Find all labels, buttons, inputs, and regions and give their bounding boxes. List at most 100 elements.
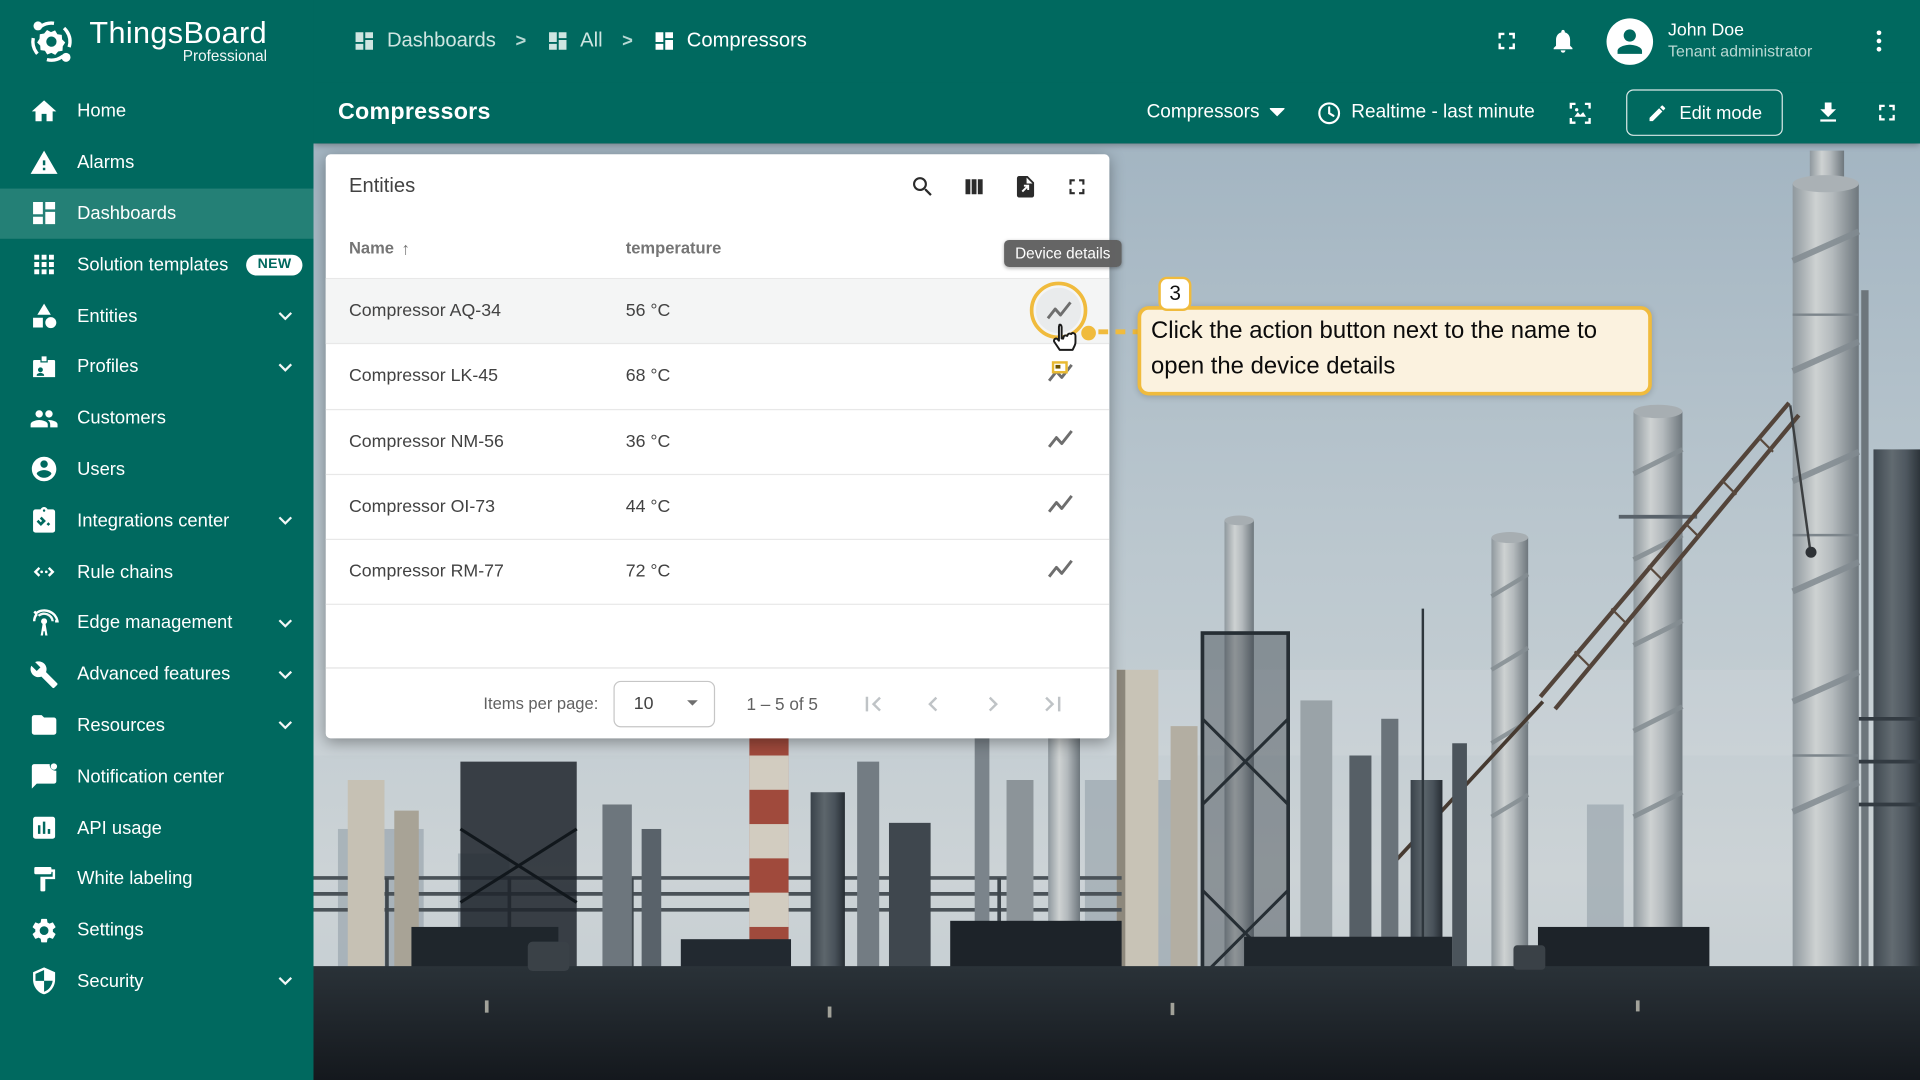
sort-asc-icon: ↑ bbox=[401, 238, 410, 258]
sidebar-item-label: Dashboards bbox=[77, 203, 176, 224]
entity-temperature-cell: 56 °C bbox=[626, 301, 944, 321]
device-details-action-button[interactable] bbox=[1036, 548, 1085, 597]
columns-icon[interactable] bbox=[959, 171, 988, 200]
sidebar-item-alarms[interactable]: Alarms bbox=[0, 137, 313, 188]
device-details-tooltip: Device details bbox=[1004, 240, 1121, 267]
sidebar-item-users[interactable]: Users bbox=[0, 444, 313, 495]
sidebar-item-white-labeling[interactable]: White labeling bbox=[0, 853, 313, 904]
dashboard-image-icon[interactable] bbox=[1567, 99, 1595, 127]
sidebar-item-label: Solution templates bbox=[77, 254, 228, 275]
entity-temperature-cell: 72 °C bbox=[626, 562, 944, 582]
dashboard-tile-icon bbox=[353, 29, 376, 52]
alarms-icon bbox=[29, 148, 58, 177]
sidebar-item-label: Home bbox=[77, 101, 126, 122]
entity-name-cell: Compressor LK-45 bbox=[349, 367, 626, 387]
timeseries-chart-icon bbox=[1044, 489, 1076, 526]
entity-temperature-cell: 44 °C bbox=[626, 497, 944, 517]
widget-fullscreen-icon[interactable] bbox=[1062, 171, 1091, 200]
hand-cursor-icon bbox=[1047, 322, 1081, 364]
table-row[interactable]: Compressor LK-4568 °C bbox=[326, 344, 1110, 409]
sidebar-item-solution-templates[interactable]: Solution templates NEW bbox=[0, 239, 313, 290]
new-badge: NEW bbox=[247, 254, 303, 275]
sidebar-item-entities[interactable]: Entities bbox=[0, 290, 313, 341]
breadcrumb-compressors[interactable]: Compressors bbox=[652, 29, 806, 52]
dashboard-state-select[interactable]: Compressors bbox=[1147, 102, 1284, 124]
edge-icon bbox=[29, 608, 58, 637]
next-page-button[interactable] bbox=[977, 688, 1009, 720]
user-avatar[interactable] bbox=[1607, 18, 1654, 65]
sidebar-item-resources[interactable]: Resources bbox=[0, 700, 313, 751]
sidebar-item-advanced-features[interactable]: Advanced features bbox=[0, 649, 313, 700]
sidebar-item-label: Settings bbox=[77, 920, 143, 941]
dashboard-tile-icon bbox=[546, 29, 569, 52]
sidebar: ThingsBoard Professional Home Alarms Dashb… bbox=[0, 0, 313, 1080]
sidebar-item-notification-center[interactable]: Notification center bbox=[0, 751, 313, 802]
table-row[interactable]: Compressor RM-7772 °C bbox=[326, 540, 1110, 605]
sidebar-item-label: Rule chains bbox=[77, 562, 173, 583]
device-details-action-button[interactable] bbox=[1036, 417, 1085, 466]
dashboard-tile-icon bbox=[652, 29, 675, 52]
timeseries-chart-icon bbox=[1044, 423, 1076, 460]
sidebar-item-edge-management[interactable]: Edge management bbox=[0, 598, 313, 649]
download-icon[interactable] bbox=[1815, 99, 1842, 126]
sidebar-item-label: API usage bbox=[77, 817, 162, 838]
notification-icon bbox=[29, 762, 58, 791]
edit-mode-button[interactable]: Edit mode bbox=[1627, 89, 1783, 136]
dashboards-icon bbox=[29, 199, 58, 228]
topbar-actions: John Doe Tenant administrator bbox=[1482, 17, 1903, 66]
advanced-features-icon bbox=[29, 660, 58, 689]
sidebar-item-settings[interactable]: Settings bbox=[0, 905, 313, 956]
home-icon bbox=[29, 97, 58, 126]
user-name: John Doe bbox=[1668, 20, 1812, 42]
sidebar-item-dashboards[interactable]: Dashboards bbox=[0, 188, 313, 239]
sidebar-item-label: Edge management bbox=[77, 613, 232, 634]
breadcrumb-dashboards[interactable]: Dashboards bbox=[353, 29, 496, 52]
entity-name-cell: Compressor OI-73 bbox=[349, 497, 626, 517]
sidebar-item-label: Customers bbox=[77, 408, 166, 429]
column-header-name[interactable]: Name ↑ bbox=[349, 238, 626, 258]
toolbar-fullscreen-icon[interactable] bbox=[1873, 99, 1900, 126]
sidebar-item-api-usage[interactable]: API usage bbox=[0, 802, 313, 853]
breadcrumb-all[interactable]: All bbox=[546, 29, 603, 52]
api-usage-icon bbox=[29, 813, 58, 842]
thingsboard-logo-icon bbox=[24, 14, 78, 68]
chevron-down-icon bbox=[1269, 108, 1284, 118]
previous-page-button[interactable] bbox=[917, 688, 949, 720]
sidebar-item-label: Profiles bbox=[77, 357, 138, 378]
export-icon[interactable] bbox=[1010, 171, 1039, 200]
column-header-temperature[interactable]: temperature bbox=[626, 239, 722, 257]
sidebar-item-profiles[interactable]: Profiles bbox=[0, 342, 313, 393]
entity-rows: Compressor AQ-3456 °CCompressor LK-4568 … bbox=[326, 278, 1110, 606]
entity-name-cell: Compressor AQ-34 bbox=[349, 301, 626, 321]
sidebar-item-security[interactable]: Security bbox=[0, 956, 313, 1007]
sidebar-item-label: Advanced features bbox=[77, 664, 230, 685]
breadcrumb-separator: > bbox=[509, 31, 532, 52]
table-row[interactable]: Compressor AQ-3456 °C bbox=[326, 279, 1110, 344]
fullscreen-icon[interactable] bbox=[1482, 17, 1531, 66]
device-details-action-button[interactable] bbox=[1036, 482, 1085, 531]
security-icon bbox=[29, 967, 58, 996]
sidebar-item-rule-chains[interactable]: Rule chains bbox=[0, 546, 313, 597]
table-row[interactable]: Compressor OI-7344 °C bbox=[326, 475, 1110, 540]
timewindow-button[interactable]: Realtime - last minute bbox=[1316, 100, 1535, 126]
entity-name-cell: Compressor RM-77 bbox=[349, 562, 626, 582]
first-page-button[interactable] bbox=[857, 688, 889, 720]
chevron-down-icon bbox=[272, 303, 299, 330]
page-range: 1 – 5 of 5 bbox=[746, 694, 817, 714]
notifications-bell-icon[interactable] bbox=[1538, 17, 1587, 66]
brand-logo[interactable]: ThingsBoard Professional bbox=[0, 0, 313, 82]
rule-chains-icon bbox=[29, 557, 58, 586]
search-icon[interactable] bbox=[907, 171, 936, 200]
table-row[interactable]: Compressor NM-5636 °C bbox=[326, 410, 1110, 475]
sidebar-item-home[interactable]: Home bbox=[0, 86, 313, 137]
sidebar-menu: Home Alarms Dashboards Solution templates NE… bbox=[0, 82, 313, 1007]
pencil-icon bbox=[1647, 102, 1668, 123]
dashboard-title: Compressors bbox=[338, 99, 491, 126]
more-menu-icon[interactable] bbox=[1854, 17, 1903, 66]
sidebar-item-customers[interactable]: Customers bbox=[0, 393, 313, 444]
last-page-button[interactable] bbox=[1037, 688, 1069, 720]
entity-temperature-cell: 36 °C bbox=[626, 432, 944, 452]
sidebar-item-integrations-center[interactable]: Integrations center bbox=[0, 495, 313, 546]
timeseries-chart-icon bbox=[1044, 554, 1076, 591]
items-per-page-select[interactable]: 10 bbox=[613, 680, 715, 727]
